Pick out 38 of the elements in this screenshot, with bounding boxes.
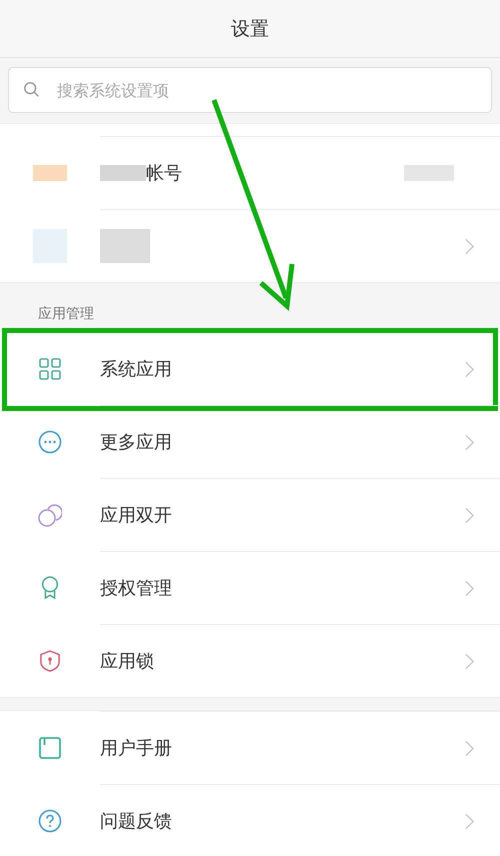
- settings-item[interactable]: 应用锁: [0, 624, 500, 697]
- book-icon: [39, 736, 61, 758]
- grid-icon: [39, 358, 61, 380]
- settings-item[interactable]: 系统应用: [0, 332, 500, 405]
- settings-item[interactable]: 应用双开: [0, 478, 500, 551]
- section-title: 应用管理: [37, 305, 95, 324]
- chevron-icon: [465, 740, 474, 756]
- shield-icon: [40, 650, 60, 672]
- item-label: 应用锁: [100, 650, 155, 673]
- blurred-text: [100, 165, 146, 181]
- item-label: 更多应用: [100, 431, 173, 454]
- chevron-icon: [465, 506, 474, 524]
- account-label[interactable]: 帐号: [146, 161, 404, 185]
- chevron-icon: [465, 580, 474, 596]
- blurred-text: [100, 229, 150, 263]
- settings-item[interactable]: 更多应用: [0, 405, 500, 478]
- chevron-icon: [465, 238, 474, 254]
- item-label: 授权管理: [100, 577, 173, 600]
- help-icon: [38, 808, 62, 832]
- chevron-icon: [465, 434, 474, 450]
- blurred-text: [404, 165, 454, 181]
- chevron-icon: [465, 360, 474, 378]
- chevron-icon: [465, 652, 474, 670]
- medal-icon: [40, 576, 60, 600]
- search-icon: [23, 81, 41, 99]
- settings-item[interactable]: 授权管理: [0, 551, 500, 624]
- item-label: 系统应用: [100, 358, 173, 381]
- blurred-avatar: [33, 164, 67, 180]
- settings-item[interactable]: 问题反馈: [0, 784, 500, 856]
- item-label: 用户手册: [100, 737, 173, 760]
- settings-item[interactable]: 用户手册: [0, 711, 500, 784]
- rings-icon: [38, 502, 62, 526]
- more-icon: [38, 430, 62, 454]
- search-field[interactable]: 搜索系统设置项: [8, 67, 492, 113]
- item-label: 应用双开: [100, 504, 173, 527]
- item-label: 问题反馈: [100, 810, 173, 833]
- chevron-icon: [465, 812, 474, 830]
- page-title: 设置: [231, 16, 269, 42]
